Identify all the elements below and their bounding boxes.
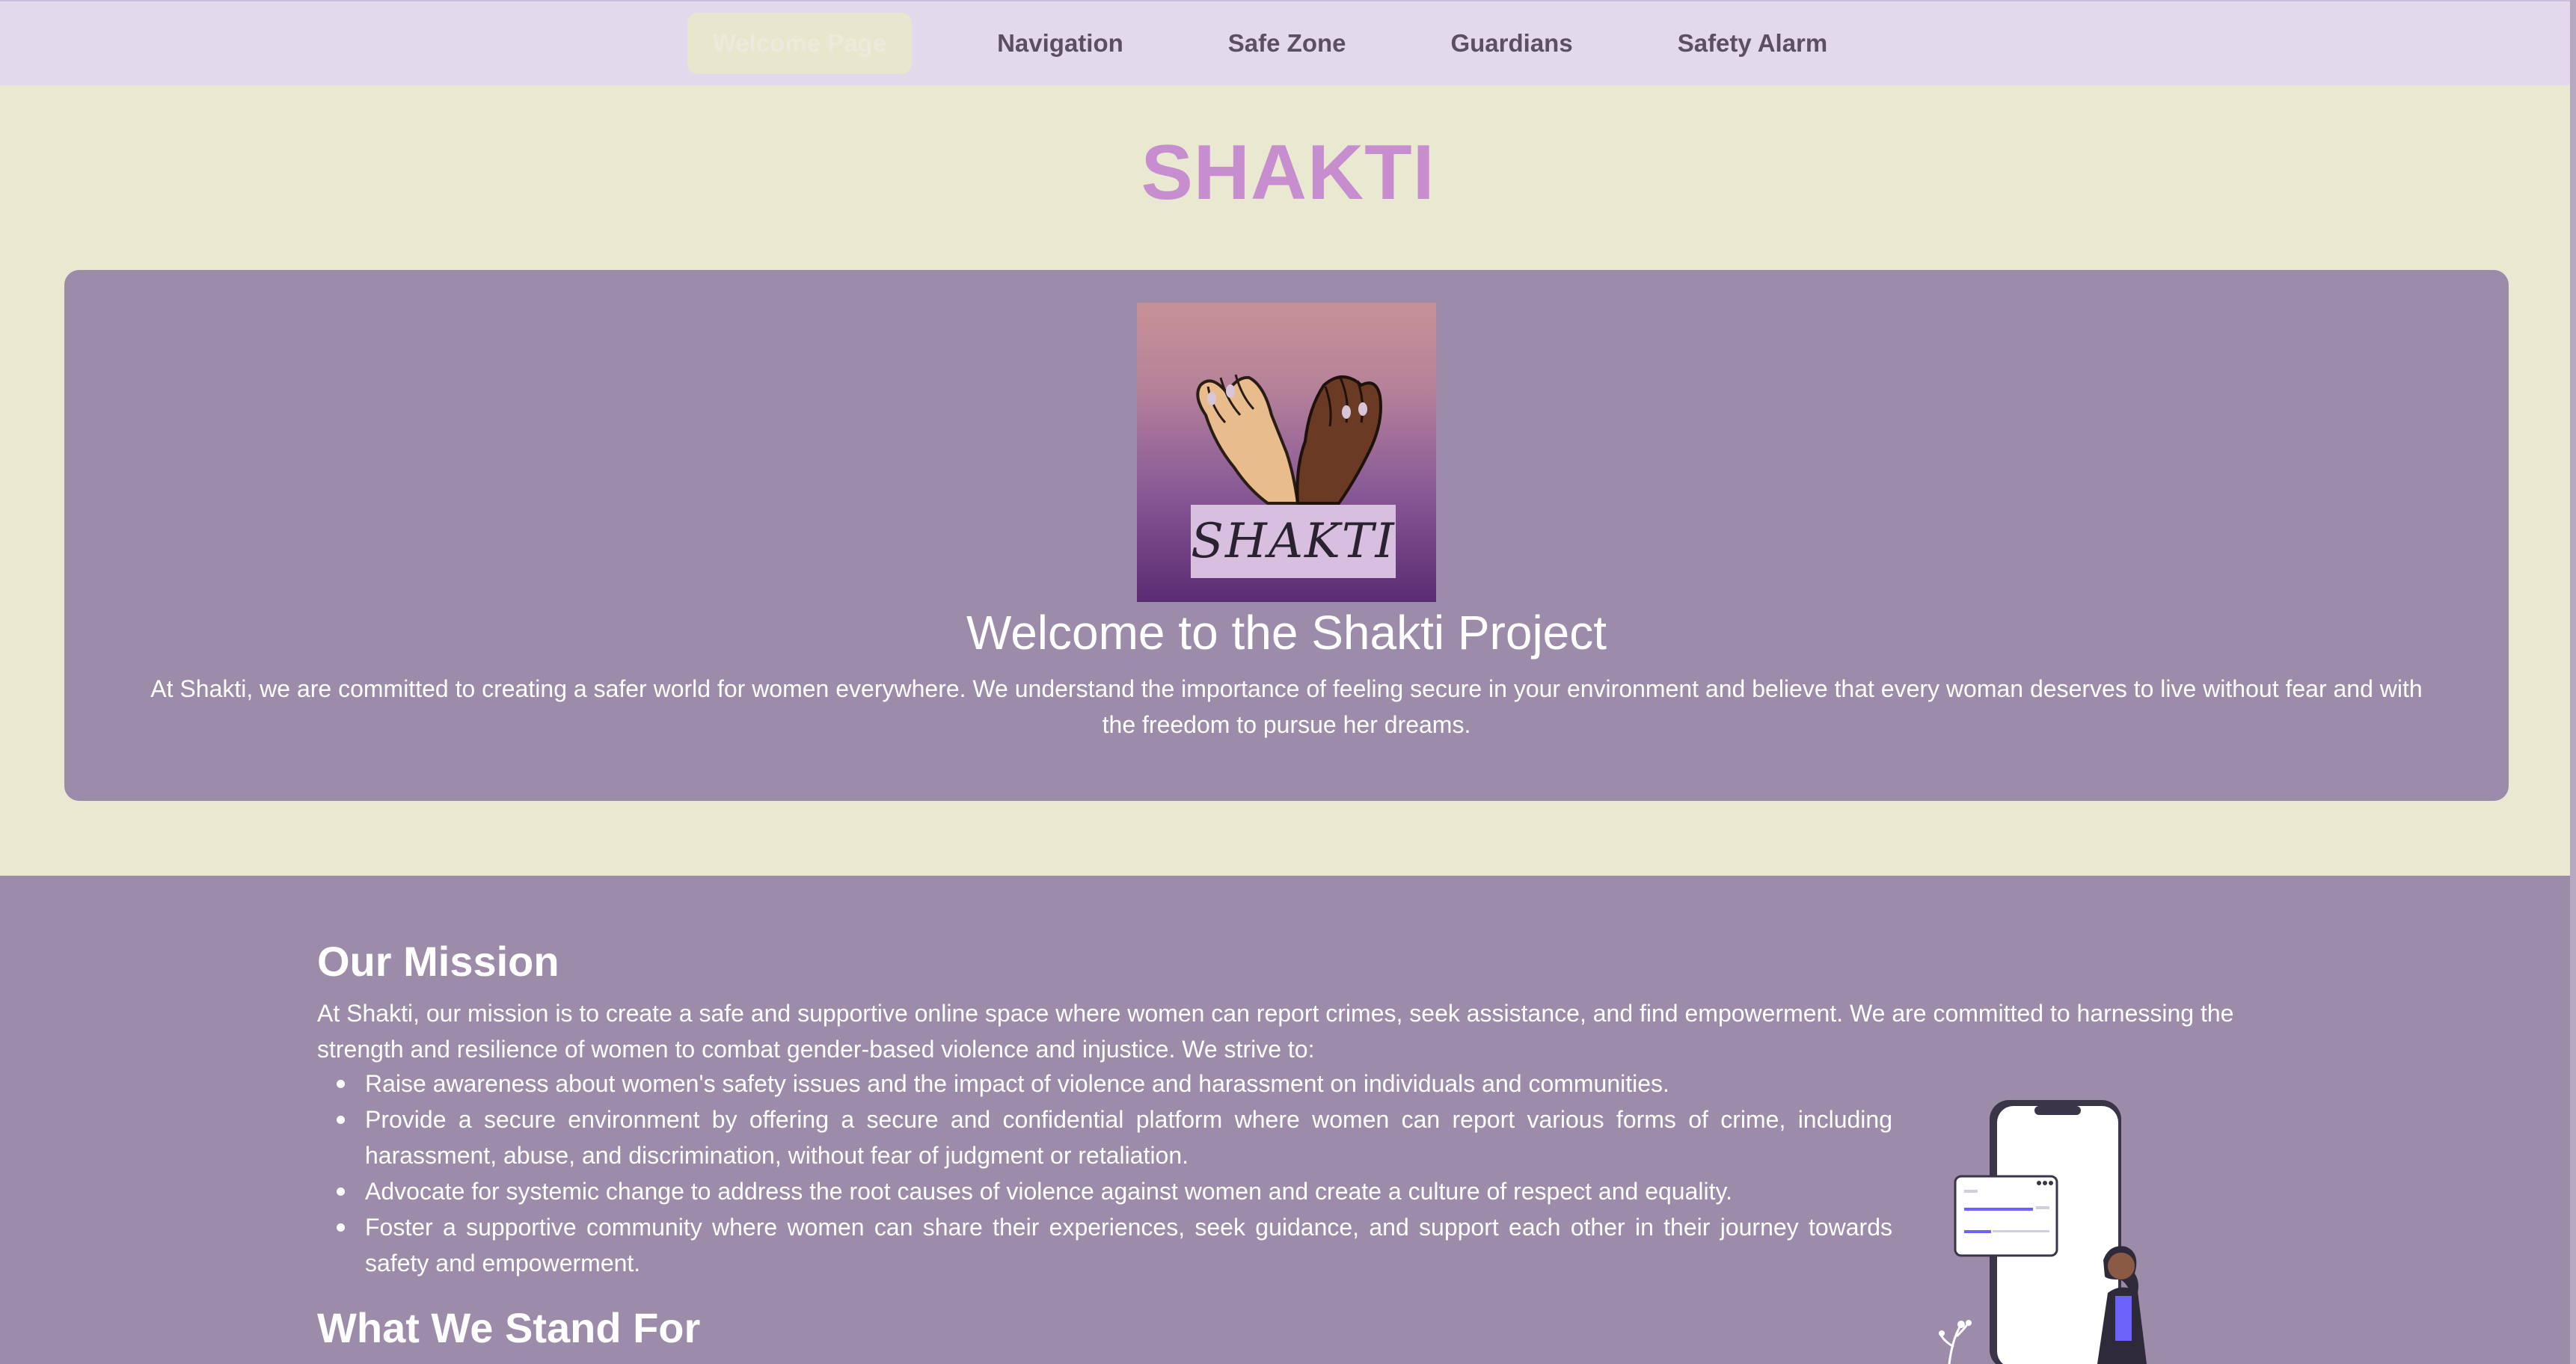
list-item: Provide a secure environment by offering…	[317, 1102, 1892, 1173]
list-item: Raise awareness about women's safety iss…	[317, 1066, 1892, 1102]
logo-banner: SHAKTI	[1191, 505, 1396, 578]
scrollbar[interactable]	[2570, 0, 2576, 1364]
top-navbar: Welcome Page Navigation Safe Zone Guardi…	[0, 0, 2576, 85]
site-title: SHAKTI	[1141, 129, 1435, 216]
shakti-logo: SHAKTI	[1137, 303, 1436, 602]
welcome-heading: Welcome to the Shakti Project	[966, 606, 1607, 660]
welcome-card: SHAKTI Welcome to the Shakti Project At …	[64, 270, 2509, 801]
list-item: Advocate for systemic change to address …	[317, 1173, 1892, 1209]
woman-with-phone-icon	[1939, 1100, 2147, 1364]
nav-items: Welcome Page Navigation Safe Zone Guardi…	[687, 13, 1880, 74]
mission-heading: Our Mission	[317, 938, 559, 985]
welcome-text: At Shakti, we are committed to creating …	[150, 675, 2423, 738]
mission-list: Raise awareness about women's safety iss…	[317, 1066, 1892, 1281]
stand-heading: What We Stand For	[317, 1304, 701, 1351]
nav-item-safe-zone[interactable]: Safe Zone	[1176, 13, 1399, 74]
nav-item-safety-alarm[interactable]: Safety Alarm	[1625, 13, 1880, 74]
list-item: Foster a supportive community where wome…	[317, 1209, 1892, 1281]
nav-item-guardians[interactable]: Guardians	[1398, 13, 1625, 74]
nav-item-navigation[interactable]: Navigation	[945, 13, 1176, 74]
logo-text: SHAKTI	[1191, 514, 1396, 569]
mission-section: Our Mission At Shakti, our mission is to…	[0, 876, 2576, 1364]
mission-text: At Shakti, our mission is to create a sa…	[317, 1000, 2234, 1063]
nav-item-welcome-page[interactable]: Welcome Page	[687, 13, 913, 74]
